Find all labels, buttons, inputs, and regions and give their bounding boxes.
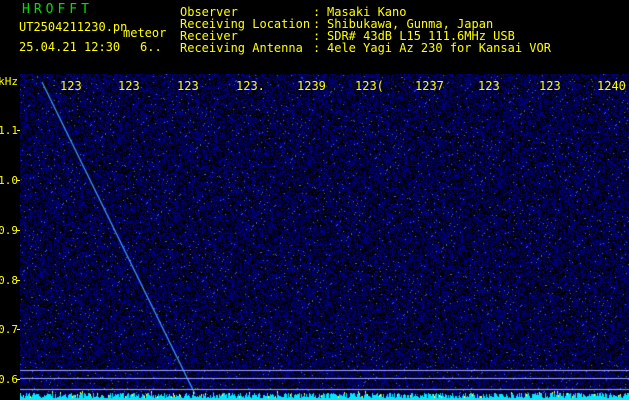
x-tick-label: 123 bbox=[177, 79, 199, 93]
x-tick-label: 123 bbox=[478, 79, 500, 93]
y-tick-mark bbox=[17, 329, 20, 330]
header-panel: HROFFT UT2504211230.pn meteor 25.04.21 1… bbox=[0, 0, 629, 74]
y-axis: kHz 1.1 1.0 0.9 0.8 0.7 0.6 bbox=[0, 74, 20, 400]
y-tick-label: 1.0 bbox=[0, 174, 18, 187]
x-tick-label: 1237 bbox=[415, 79, 444, 93]
x-tick-label: 1239 bbox=[297, 79, 326, 93]
info-colon: : bbox=[313, 41, 321, 55]
y-tick-mark bbox=[17, 280, 20, 281]
spectrogram-canvas[interactable] bbox=[20, 74, 629, 400]
x-tick-label: 123( bbox=[355, 79, 384, 93]
x-tick-label: 123 bbox=[539, 79, 561, 93]
file-name: UT2504211230.pn bbox=[19, 20, 128, 34]
y-tick-label: 0.9 bbox=[0, 224, 18, 237]
x-tick-label: 123 bbox=[118, 79, 140, 93]
count-value: 6.. bbox=[140, 40, 162, 54]
y-tick-label: 1.1 bbox=[0, 124, 18, 137]
y-axis-unit: kHz bbox=[0, 75, 18, 88]
y-tick-label: 0.7 bbox=[0, 323, 18, 336]
y-tick-mark bbox=[17, 230, 20, 231]
file-type: meteor bbox=[123, 26, 167, 40]
app-logo: HROFFT bbox=[22, 2, 93, 17]
x-tick-label: 123. bbox=[236, 79, 265, 93]
y-tick-mark bbox=[17, 379, 20, 380]
y-tick-label: 0.6 bbox=[0, 373, 18, 386]
x-tick-label: 123 bbox=[60, 79, 82, 93]
date-time: 25.04.21 12:30 bbox=[19, 40, 121, 54]
y-tick-mark bbox=[17, 130, 20, 131]
y-tick-mark bbox=[17, 180, 20, 181]
info-value-antenna: 4ele Yagi Az 230 for Kansai VOR bbox=[327, 41, 551, 55]
x-tick-label: 1240 bbox=[597, 79, 626, 93]
spectrogram-plot[interactable] bbox=[20, 74, 629, 400]
info-label-antenna: Receiving Antenna bbox=[180, 41, 303, 55]
y-tick-label: 0.8 bbox=[0, 274, 18, 287]
